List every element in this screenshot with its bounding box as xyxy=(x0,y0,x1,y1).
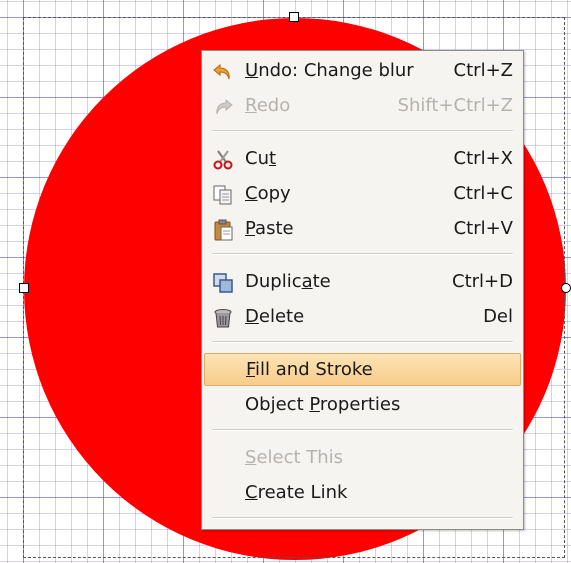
scale-handle-left[interactable] xyxy=(19,283,29,293)
menu-item-copy[interactable]: Copy Ctrl+C xyxy=(204,178,521,211)
shortcut-cut: Ctrl+X xyxy=(453,148,513,169)
clipboard-icon xyxy=(212,219,234,241)
menu-item-create-link[interactable]: Create Link xyxy=(204,477,521,510)
shortcut-paste: Ctrl+V xyxy=(453,218,513,239)
shortcut-duplicate: Ctrl+D xyxy=(452,271,513,292)
scissors-icon xyxy=(212,149,234,171)
menu-item-select-this[interactable]: Select This xyxy=(204,442,521,475)
menu-item-undo[interactable]: Undo: Change blur Ctrl+Z xyxy=(204,55,521,88)
menu-item-duplicate[interactable]: Duplicate Ctrl+D xyxy=(204,266,521,299)
copy-icon xyxy=(212,184,234,206)
shortcut-undo: Ctrl+Z xyxy=(453,60,513,81)
undo-icon xyxy=(212,61,234,83)
menu-separator xyxy=(212,130,513,132)
shortcut-redo: Shift+Ctrl+Z xyxy=(397,95,513,116)
menu-item-delete[interactable]: Delete Del xyxy=(204,301,521,334)
menu-separator xyxy=(212,429,513,431)
context-menu: Undo: Change blur Ctrl+Z Redo Shift+Ctrl… xyxy=(201,50,524,530)
menu-item-cut[interactable]: Cut Ctrl+X xyxy=(204,143,521,176)
shortcut-copy: Ctrl+C xyxy=(453,183,513,204)
menu-item-redo[interactable]: Redo Shift+Ctrl+Z xyxy=(204,90,521,123)
scale-handle-right[interactable] xyxy=(561,283,571,293)
duplicate-icon xyxy=(212,272,234,294)
trash-icon xyxy=(212,307,234,329)
redo-icon xyxy=(212,96,234,118)
menu-separator xyxy=(212,253,513,255)
menu-item-fill-and-stroke[interactable]: Fill and Stroke xyxy=(204,353,521,386)
menu-item-paste[interactable]: Paste Ctrl+V xyxy=(204,213,521,246)
menu-item-object-properties[interactable]: Object Properties xyxy=(204,389,521,422)
scale-handle-top[interactable] xyxy=(289,12,299,22)
menu-separator xyxy=(212,517,513,519)
shortcut-delete: Del xyxy=(483,306,513,327)
menu-separator xyxy=(212,341,513,343)
